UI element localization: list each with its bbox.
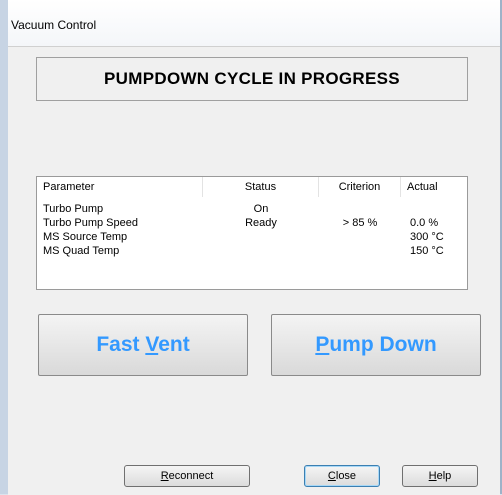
help-button[interactable]: Help: [402, 465, 478, 487]
title-bar[interactable]: Vacuum Control: [8, 0, 500, 46]
cell-parameter: MS Quad Temp: [43, 245, 120, 257]
help-label: Help: [428, 470, 452, 482]
pump-down-label: Pump Down: [315, 333, 437, 356]
cell-parameter: MS Source Temp: [43, 231, 128, 243]
reconnect-label: Reconnect: [160, 470, 214, 482]
cell-actual: 150 °C: [410, 245, 444, 257]
cell-parameter: Turbo Pump: [43, 203, 104, 215]
cell-criterion: > 85 %: [342, 217, 378, 229]
table-row[interactable]: Turbo Pump Speed Ready > 85 % 0.0 %: [37, 217, 467, 229]
close-label: Close: [327, 470, 357, 482]
column-header-parameter[interactable]: Parameter: [37, 177, 203, 197]
table-row[interactable]: MS Quad Temp 150 °C: [37, 245, 467, 257]
fast-vent-label: Fast Vent: [96, 333, 190, 356]
close-button[interactable]: Close: [304, 465, 380, 487]
vacuum-control-window: Vacuum Control PUMPDOWN CYCLE IN PROGRES…: [0, 0, 502, 495]
cell-status: On: [253, 203, 269, 215]
column-header-status[interactable]: Status: [203, 177, 319, 197]
column-header-actual[interactable]: Actual: [401, 177, 467, 197]
list-header: Parameter Status Criterion Actual: [37, 177, 467, 197]
dialog-client-area: PUMPDOWN CYCLE IN PROGRESS Parameter Sta…: [8, 46, 500, 495]
cell-actual: 300 °C: [410, 231, 444, 243]
window-title: Vacuum Control: [11, 18, 97, 32]
reconnect-button[interactable]: Reconnect: [124, 465, 250, 487]
status-banner: PUMPDOWN CYCLE IN PROGRESS: [36, 57, 468, 101]
cell-parameter: Turbo Pump Speed: [43, 217, 138, 229]
table-row[interactable]: Turbo Pump On: [37, 203, 467, 215]
cell-actual: 0.0 %: [410, 217, 439, 229]
cell-status: Ready: [245, 217, 277, 229]
fast-vent-button[interactable]: Fast Vent: [38, 314, 248, 376]
column-header-criterion[interactable]: Criterion: [319, 177, 401, 197]
pump-down-button[interactable]: Pump Down: [271, 314, 481, 376]
parameter-list[interactable]: Parameter Status Criterion Actual Turbo …: [36, 176, 468, 290]
table-row[interactable]: MS Source Temp 300 °C: [37, 231, 467, 243]
